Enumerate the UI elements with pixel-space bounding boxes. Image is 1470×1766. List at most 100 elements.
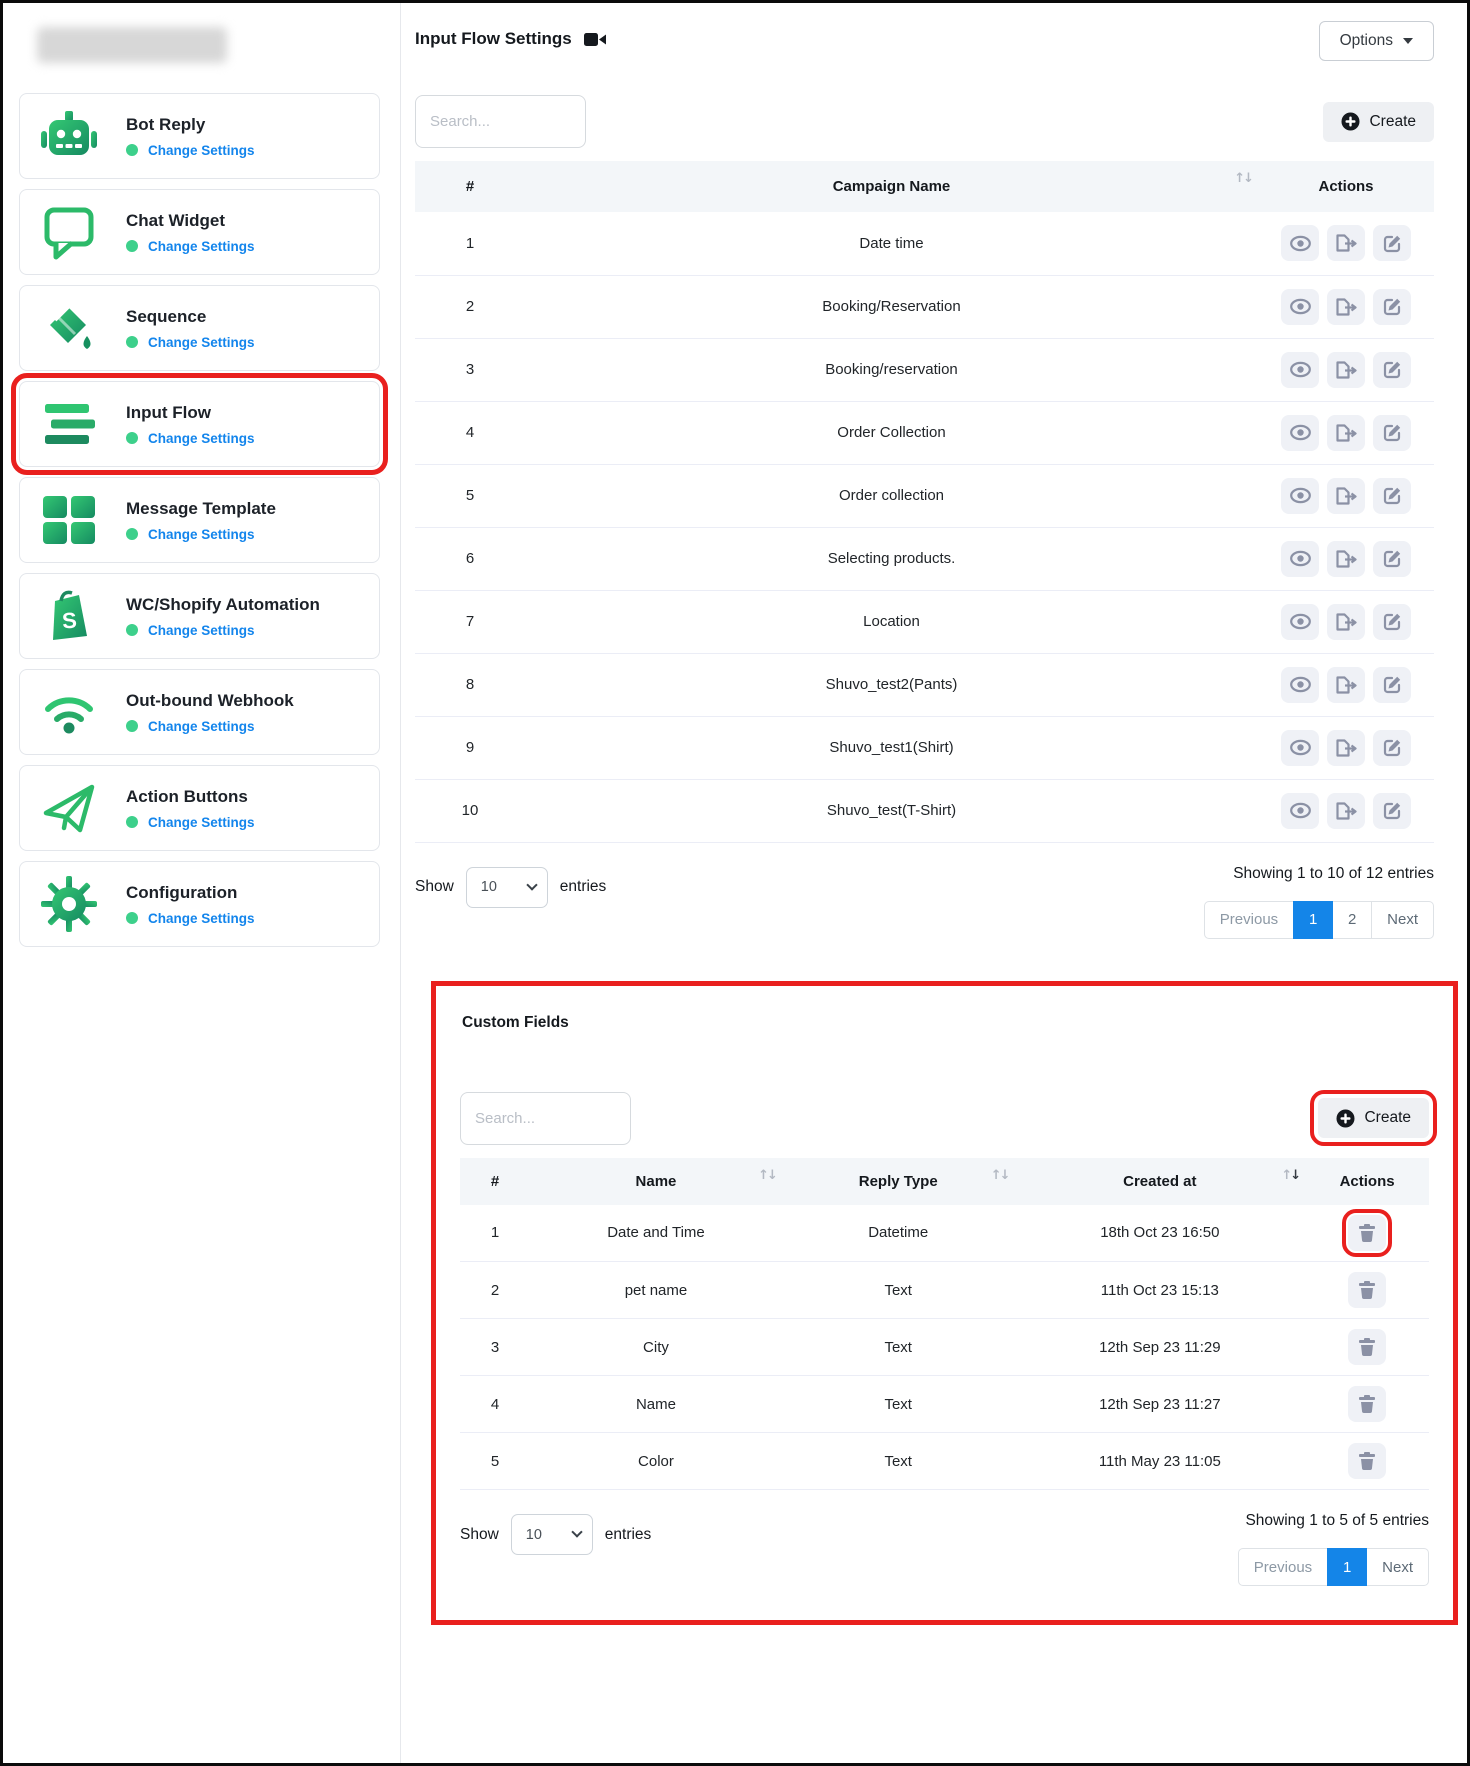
view-button[interactable]: [1281, 289, 1319, 325]
next-page-button[interactable]: Next: [1371, 901, 1434, 939]
view-button[interactable]: [1281, 730, 1319, 766]
sidebar-item-status: Change Settings: [126, 815, 255, 830]
edit-button[interactable]: [1373, 604, 1411, 640]
entries-label: entries: [605, 1526, 652, 1544]
options-button[interactable]: Options: [1319, 21, 1434, 61]
eye-icon: [1290, 487, 1311, 504]
status-dot: [126, 240, 138, 252]
view-button[interactable]: [1281, 541, 1319, 577]
edit-button[interactable]: [1373, 225, 1411, 261]
sidebar-item-configuration[interactable]: ConfigurationChange Settings: [19, 861, 380, 947]
edit-button[interactable]: [1373, 289, 1411, 325]
change-settings-link[interactable]: Change Settings: [148, 815, 255, 830]
eye-icon: [1290, 739, 1311, 756]
table-row: 5ColorText11th May 23 11:05: [460, 1433, 1429, 1490]
change-settings-link[interactable]: Change Settings: [148, 335, 255, 350]
sidebar-item-outbound-webhook[interactable]: Out-bound Webhook Change Settings: [19, 669, 380, 755]
edit-button[interactable]: [1373, 730, 1411, 766]
campaign-name-cell: Selecting products.: [525, 527, 1258, 590]
trash-icon: [1359, 1395, 1375, 1413]
change-settings-link[interactable]: Change Settings: [148, 239, 255, 254]
next-page-button[interactable]: Next: [1366, 1548, 1429, 1586]
reply-type-cell: Text: [782, 1319, 1015, 1376]
delete-button[interactable]: [1348, 1272, 1386, 1308]
eye-icon: [1290, 235, 1311, 252]
delete-button[interactable]: [1348, 1215, 1386, 1251]
created-at-cell: 12th Sep 23 11:27: [1014, 1376, 1305, 1433]
sidebar-item-wc-shopify[interactable]: SWC/Shopify AutomationChange Settings: [19, 573, 380, 659]
edit-button[interactable]: [1373, 793, 1411, 829]
export-button[interactable]: [1327, 667, 1365, 703]
page-button-2[interactable]: 2: [1332, 901, 1372, 939]
change-settings-link[interactable]: Change Settings: [148, 431, 255, 446]
created-at-cell: 18th Oct 23 16:50: [1014, 1205, 1305, 1262]
change-settings-link[interactable]: Change Settings: [148, 719, 255, 734]
export-button[interactable]: [1327, 604, 1365, 640]
sidebar-item-action-buttons[interactable]: Action ButtonsChange Settings: [19, 765, 380, 851]
edit-button[interactable]: [1373, 415, 1411, 451]
page-button-1[interactable]: 1: [1327, 1548, 1367, 1586]
edit-button[interactable]: [1373, 541, 1411, 577]
page-title: Input Flow Settings: [415, 29, 572, 49]
export-button[interactable]: [1327, 793, 1365, 829]
field-name-cell: City: [530, 1319, 782, 1376]
trash-icon: [1359, 1224, 1375, 1242]
sidebar-item-message-template[interactable]: Message TemplateChange Settings: [19, 477, 380, 563]
view-button[interactable]: [1281, 478, 1319, 514]
export-button[interactable]: [1327, 730, 1365, 766]
change-settings-link[interactable]: Change Settings: [148, 143, 255, 158]
view-button[interactable]: [1281, 604, 1319, 640]
sidebar-item-sequence[interactable]: SequenceChange Settings: [19, 285, 380, 371]
change-settings-link[interactable]: Change Settings: [148, 527, 255, 542]
sidebar-item-bot-reply[interactable]: Bot Reply Change Settings: [19, 93, 380, 179]
view-button[interactable]: [1281, 667, 1319, 703]
sidebar-item-label: Out-bound Webhook: [126, 691, 294, 711]
per-page-select[interactable]: 10: [466, 867, 548, 908]
custom-fields-create-button[interactable]: Create: [1318, 1098, 1429, 1138]
flows-create-button[interactable]: Create: [1323, 102, 1434, 142]
view-button[interactable]: [1281, 415, 1319, 451]
export-button[interactable]: [1327, 352, 1365, 388]
page-button-1[interactable]: 1: [1293, 901, 1333, 939]
show-label: Show: [460, 1526, 499, 1544]
action-buttons: [1281, 415, 1411, 451]
file-export-icon: [1336, 487, 1357, 505]
table-row: 6Selecting products.: [415, 527, 1434, 590]
sidebar-item-status: Change Settings: [126, 911, 255, 926]
delete-button[interactable]: [1348, 1329, 1386, 1365]
previous-page-button[interactable]: Previous: [1238, 1548, 1328, 1586]
export-button[interactable]: [1327, 289, 1365, 325]
custom-fields-section: Custom Fields Create # Name ↑↓ Reply Typ…: [431, 981, 1458, 1626]
column-header-reply-type[interactable]: Reply Type ↑↓: [782, 1158, 1015, 1205]
edit-button[interactable]: [1373, 667, 1411, 703]
sidebar-item-label: Bot Reply: [126, 115, 255, 135]
per-page-select[interactable]: 10: [511, 1514, 593, 1555]
export-button[interactable]: [1327, 478, 1365, 514]
sidebar-item-text: Bot Reply Change Settings: [126, 115, 255, 158]
view-button[interactable]: [1281, 225, 1319, 261]
export-button[interactable]: [1327, 541, 1365, 577]
view-button[interactable]: [1281, 352, 1319, 388]
export-button[interactable]: [1327, 415, 1365, 451]
video-camera-icon[interactable]: [584, 31, 607, 48]
custom-fields-search-input[interactable]: [460, 1092, 631, 1145]
change-settings-link[interactable]: Change Settings: [148, 911, 255, 926]
sidebar-item-chat-widget[interactable]: Chat WidgetChange Settings: [19, 189, 380, 275]
flows-search-input[interactable]: [415, 95, 586, 148]
previous-page-button[interactable]: Previous: [1204, 901, 1294, 939]
change-settings-link[interactable]: Change Settings: [148, 623, 255, 638]
export-button[interactable]: [1327, 225, 1365, 261]
sidebar-item-input-flow[interactable]: Input FlowChange Settings: [19, 381, 380, 467]
edit-button[interactable]: [1373, 352, 1411, 388]
edit-button[interactable]: [1373, 478, 1411, 514]
sidebar-item-text: Chat WidgetChange Settings: [126, 211, 255, 254]
eye-icon: [1290, 613, 1311, 630]
column-header-campaign[interactable]: Campaign Name ↑↓: [525, 161, 1258, 212]
delete-button[interactable]: [1348, 1386, 1386, 1422]
column-header-actions: Actions: [1258, 161, 1434, 212]
delete-button[interactable]: [1348, 1443, 1386, 1479]
column-header-created-at[interactable]: Created at ↑↓: [1014, 1158, 1305, 1205]
sort-icon-active: ↑↓: [1281, 1168, 1299, 1183]
column-header-name[interactable]: Name ↑↓: [530, 1158, 782, 1205]
view-button[interactable]: [1281, 793, 1319, 829]
